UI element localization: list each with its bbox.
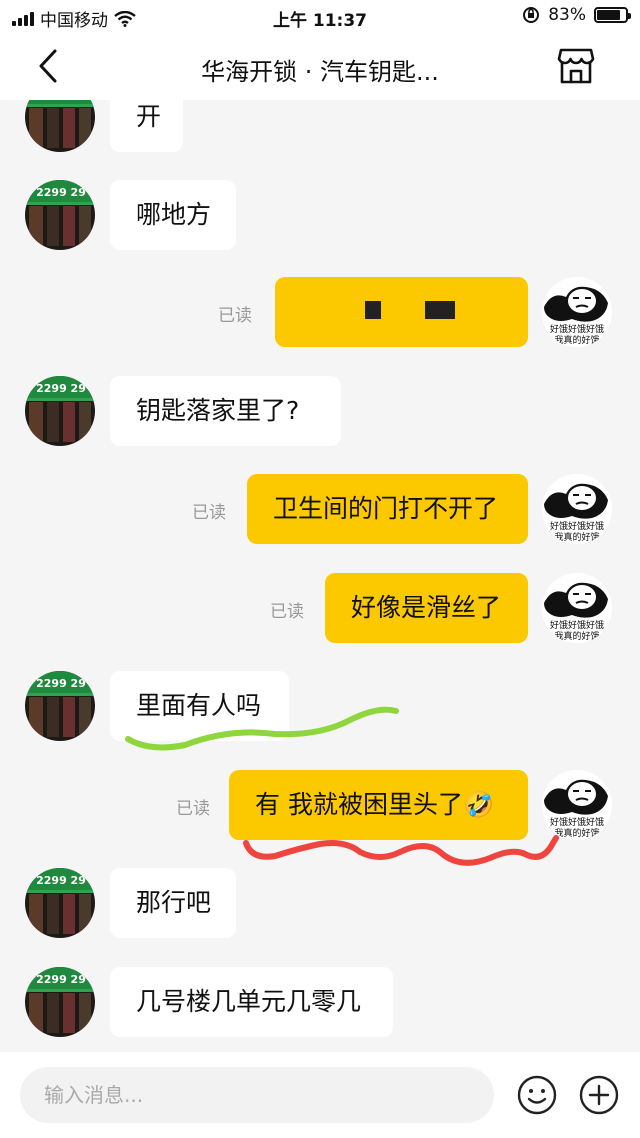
avatar-sign-text: 2299 29 [36, 382, 86, 395]
read-receipt: 已读 [192, 503, 226, 523]
avatar-caption-line2: 我真的好饿 [554, 531, 599, 543]
orientation-lock-icon [523, 7, 540, 23]
contact-avatar[interactable]: 2299 29 [25, 967, 95, 1037]
contact-avatar[interactable]: 2299 29 [25, 376, 95, 446]
avatar-sign-text: 2299 29 [36, 100, 86, 101]
message-text: 钥匙落家里了? [136, 396, 300, 425]
nav-bar: 华海开锁 · 汽车钥匙... [0, 32, 640, 100]
avatar-caption-line2: 我真的好饿 [554, 334, 599, 346]
avatar-caption-line2: 我真的好饿 [554, 827, 599, 839]
read-receipt: 已读 [218, 306, 252, 326]
contact-avatar[interactable]: 2299 29 [25, 868, 95, 938]
avatar-sign-text: 2299 29 [36, 874, 86, 887]
incoming-message[interactable]: 那行吧 [110, 868, 236, 938]
message-text: 那行吧 [136, 888, 212, 917]
message-text: 哪地方 [136, 200, 212, 229]
status-right: 83% [522, 5, 631, 25]
avatar-caption-line1: 好饿好饿好饿 [550, 619, 604, 631]
incoming-message[interactable]: 几号楼几单元几零几 [110, 967, 393, 1037]
battery-icon [594, 7, 631, 23]
outgoing-message[interactable]: 好像是滑丝了 [325, 573, 528, 643]
avatar-sign-text: 2299 29 [36, 677, 86, 690]
incoming-message[interactable]: 哪地方 [110, 180, 236, 250]
message-text: 卫生间的门打不开了 [273, 494, 499, 523]
incoming-message[interactable]: 里面有人吗 [110, 671, 289, 741]
incoming-message[interactable]: 开 [110, 100, 183, 152]
outgoing-message[interactable] [275, 277, 528, 347]
redacted-block [365, 301, 381, 319]
avatar-sign-text: 2299 29 [36, 973, 86, 986]
chat-area[interactable]: 2299 29开2299 29哪地方好饿好饿好饿我真的好饿已读2299 29钥匙… [0, 100, 640, 1052]
avatar-caption-line2: 我真的好饿 [554, 630, 599, 642]
outgoing-message[interactable]: 有 我就被困里头了🤣 [229, 770, 528, 840]
redacted-block [425, 301, 455, 319]
user-avatar[interactable]: 好饿好饿好饿 我真的好饿 [542, 474, 612, 544]
avatar-caption-line1: 好饿好饿好饿 [550, 520, 604, 532]
user-avatar[interactable]: 好饿好饿好饿 我真的好饿 [542, 573, 612, 643]
input-bar [0, 1052, 640, 1138]
user-avatar[interactable]: 好饿好饿好饿 我真的好饿 [542, 277, 612, 347]
annotation-layer [125, 706, 559, 866]
page-title: 华海开锁 · 汽车钥匙... [201, 58, 439, 86]
avatar-caption-line1: 好饿好饿好饿 [550, 816, 604, 828]
store-icon[interactable] [556, 46, 596, 86]
message-text: 几号楼几单元几零几 [136, 987, 362, 1016]
message-text: 好像是滑丝了 [351, 593, 502, 622]
plus-icon[interactable] [578, 1074, 620, 1116]
avatar-sign-text: 2299 29 [36, 186, 86, 199]
user-avatar[interactable]: 好饿好饿好饿 我真的好饿 [542, 770, 612, 840]
status-bar: 中国移动 上午 11:37 83% [0, 0, 640, 32]
contact-avatar[interactable]: 2299 29 [25, 180, 95, 250]
message-text: 有 我就被困里头了🤣 [255, 790, 495, 819]
red-scribble [243, 835, 559, 866]
outgoing-message[interactable]: 卫生间的门打不开了 [247, 474, 528, 544]
message-text: 开 [136, 102, 162, 131]
contact-avatar[interactable]: 2299 29 [25, 671, 95, 741]
avatar-caption-line1: 好饿好饿好饿 [550, 323, 604, 335]
read-receipt: 已读 [270, 602, 304, 622]
battery-percent: 83% [548, 5, 586, 25]
contact-avatar[interactable]: 2299 29 [25, 100, 95, 152]
read-receipt: 已读 [176, 799, 210, 819]
message-text: 里面有人吗 [136, 691, 262, 720]
message-input[interactable] [20, 1067, 494, 1123]
incoming-message[interactable]: 钥匙落家里了? [110, 376, 341, 446]
emoji-icon[interactable] [516, 1074, 558, 1116]
